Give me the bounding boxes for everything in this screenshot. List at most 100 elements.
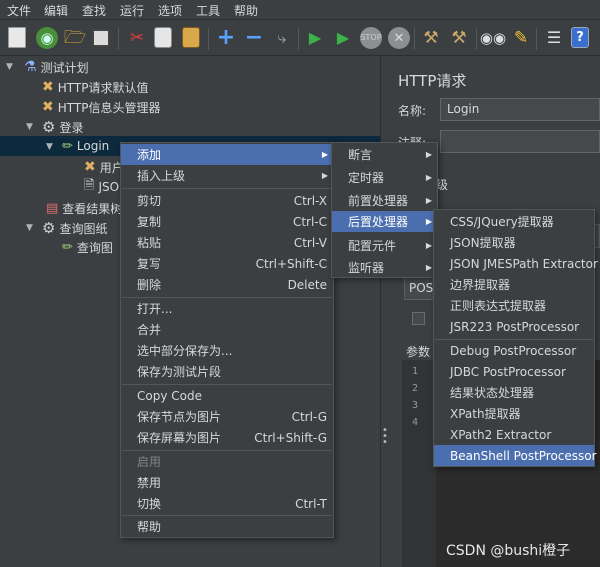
tree-node-json[interactable]: 🗎 JSO [84, 177, 119, 197]
start-no-pause-icon[interactable]: ▶ [332, 27, 354, 49]
menu-bar: 文件 编辑 查找 运行 选项 工具 帮助 [0, 0, 600, 20]
tree-node-http-defaults[interactable]: ✖ HTTP请求默认值 [42, 77, 148, 97]
post-processor-submenu: CSS/JQuery提取器 JSON提取器 JSON JMESPath Extr… [433, 209, 598, 467]
menu-edit[interactable]: 编辑 [44, 2, 68, 19]
menu-item-cut[interactable]: 剪切 Ctrl-X [121, 190, 333, 211]
line-number: 1 [412, 366, 419, 377]
panel-splitter[interactable] [380, 56, 388, 567]
reset-search-icon[interactable]: ✎ [510, 27, 532, 49]
pp-item-result-status[interactable]: 结果状态处理器 [434, 382, 594, 403]
search-binoculars-icon[interactable]: ◉◉ [480, 27, 506, 49]
copy-icon[interactable] [154, 27, 172, 48]
menu-item-copy[interactable]: 复制 Ctrl-C [121, 211, 333, 232]
expand-arrow-icon[interactable]: ▼ [46, 142, 53, 152]
pp-item-jsr223[interactable]: JSR223 PostProcessor [434, 316, 594, 337]
menu-item-save-node-image[interactable]: 保存节点为图片 Ctrl-G [121, 406, 333, 427]
menu-item-save-selection[interactable]: 选中部分保存为... [121, 340, 333, 361]
wrench-cross-icon: ✖ [42, 79, 54, 95]
gear-icon: ⚙ [42, 219, 56, 237]
line-number: 3 [412, 400, 419, 411]
submenu-item-timers[interactable]: 定时器 ▶ [332, 167, 437, 188]
submenu-arrow-icon: ▶ [321, 171, 328, 180]
menu-item-help[interactable]: 帮助 [121, 516, 333, 537]
expand-arrow-icon[interactable]: ▼ [26, 223, 33, 233]
stop-icon[interactable]: STOP [360, 27, 382, 49]
menu-item-insert-parent[interactable]: 插入上级 ▶ [121, 165, 333, 186]
menu-options[interactable]: 选项 [158, 2, 182, 19]
note-field[interactable] [440, 130, 600, 153]
menu-item-save-screen-image[interactable]: 保存屏幕为图片 Ctrl+Shift-G [121, 427, 333, 448]
start-icon[interactable]: ▶ [304, 27, 326, 49]
toggle-icon[interactable]: ⤷ [271, 27, 293, 49]
clear-all-icon[interactable]: ⚒ [448, 27, 470, 49]
pp-item-css-jquery[interactable]: CSS/JQuery提取器 [434, 211, 594, 232]
menu-item-add[interactable]: 添加 ▶ [121, 144, 333, 165]
shutdown-icon[interactable]: ✕ [388, 27, 410, 49]
pp-item-boundary-extractor[interactable]: 边界提取器 [434, 274, 594, 295]
pipette-icon: ✏ [62, 138, 73, 154]
tree-node-login-sampler[interactable]: ✏ Login [62, 136, 109, 156]
tree-node-test-plan[interactable]: ⚗ 测试计划 [24, 57, 89, 77]
pp-item-jdbc[interactable]: JDBC PostProcessor [434, 361, 594, 382]
pp-item-beanshell[interactable]: BeanShell PostProcessor [434, 445, 597, 466]
chart-icon: ▤ [46, 200, 59, 216]
open-folder-icon[interactable]: 🗁 [64, 27, 86, 49]
submenu-arrow-icon: ▶ [425, 217, 432, 226]
clear-icon[interactable]: ⚒ [420, 27, 442, 49]
submenu-item-pre-processors[interactable]: 前置处理器 ▶ [332, 190, 437, 211]
menu-item-duplicate[interactable]: 复写 Ctrl+Shift-C [121, 253, 333, 274]
menu-item-copy-code[interactable]: Copy Code [121, 385, 333, 406]
submenu-item-assertions[interactable]: 断言 ▶ [332, 144, 437, 165]
submenu-arrow-icon: ▶ [425, 173, 432, 182]
cut-icon[interactable]: ✂ [126, 27, 148, 49]
flask-icon: ⚗ [24, 59, 37, 75]
pp-item-xpath2[interactable]: XPath2 Extractor [434, 424, 594, 445]
tree-node-header-manager[interactable]: ✖ HTTP信息头管理器 [42, 97, 160, 117]
menu-search[interactable]: 查找 [82, 2, 106, 19]
menu-item-disable[interactable]: 禁用 [121, 472, 333, 493]
wrench-cross-icon: ✖ [84, 159, 96, 175]
pp-item-debug[interactable]: Debug PostProcessor [434, 340, 594, 361]
pp-item-json-jmespath[interactable]: JSON JMESPath Extractor [434, 253, 598, 274]
menu-item-save-fragment[interactable]: 保存为测试片段 [121, 361, 333, 382]
function-helper-icon[interactable]: ☰ [543, 27, 565, 49]
menu-help[interactable]: 帮助 [234, 2, 258, 19]
tree-node-query-sampler[interactable]: ✏ 查询图 [62, 237, 113, 257]
expand-icon[interactable]: + [215, 27, 237, 49]
menu-item-toggle[interactable]: 切换 Ctrl-T [121, 493, 333, 514]
line-number: 4 [412, 417, 419, 428]
menu-item-open[interactable]: 打开... [121, 298, 333, 319]
menu-item-merge[interactable]: 合并 [121, 319, 333, 340]
menu-item-paste[interactable]: 粘贴 Ctrl-V [121, 232, 333, 253]
name-field[interactable]: Login [440, 98, 600, 121]
tree-node-result-tree[interactable]: ▤ 查看结果树 [46, 198, 122, 218]
submenu-arrow-icon: ▶ [425, 263, 432, 272]
collapse-icon[interactable]: − [243, 27, 265, 49]
submenu-item-post-processors[interactable]: 后置处理器 ▶ [332, 211, 437, 232]
submenu-item-listeners[interactable]: 监听器 ▶ [332, 257, 437, 278]
save-icon[interactable] [92, 29, 110, 47]
help-icon[interactable]: ? [571, 27, 589, 48]
params-tab[interactable]: 参数 [406, 343, 430, 360]
pp-item-xpath[interactable]: XPath提取器 [434, 403, 594, 424]
menu-tools[interactable]: 工具 [196, 2, 220, 19]
panel-title: HTTP请求 [398, 72, 467, 90]
paste-icon[interactable] [182, 27, 200, 48]
tree-node-login-group[interactable]: ⚙ 登录 [42, 117, 83, 137]
wrench-cross-icon: ✖ [42, 99, 54, 115]
pp-item-json-extractor[interactable]: JSON提取器 [434, 232, 594, 253]
menu-item-delete[interactable]: 删除 Delete [121, 274, 333, 295]
tree-node-query-drawing[interactable]: ⚙ 查询图纸 [42, 218, 107, 238]
menu-file[interactable]: 文件 [7, 2, 31, 19]
new-icon[interactable] [8, 27, 26, 48]
redirect-checkbox[interactable] [412, 312, 425, 325]
menu-run[interactable]: 运行 [120, 2, 144, 19]
templates-icon[interactable]: ◉ [36, 27, 58, 49]
expand-arrow-icon[interactable]: ▼ [26, 122, 33, 132]
pp-item-regex-extractor[interactable]: 正则表达式提取器 [434, 295, 594, 316]
submenu-arrow-icon: ▶ [425, 241, 432, 250]
tree-node-user-vars[interactable]: ✖ 用户 [84, 157, 124, 177]
expand-arrow-icon[interactable]: ▼ [6, 62, 13, 72]
submenu-item-config-elements[interactable]: 配置元件 ▶ [332, 235, 437, 256]
script-icon: 🗎 [84, 178, 95, 193]
